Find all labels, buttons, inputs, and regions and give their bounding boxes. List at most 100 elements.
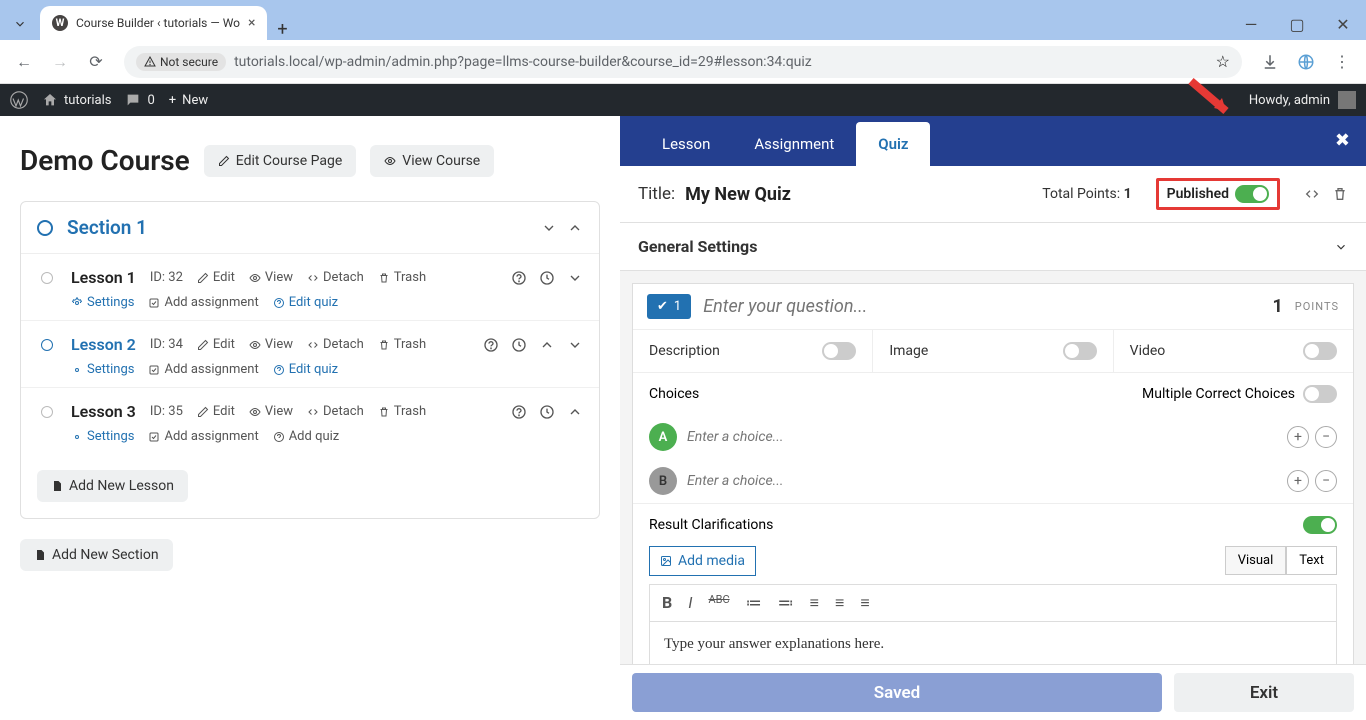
chevron-down-icon[interactable] [567, 270, 583, 286]
chevron-up-icon[interactable] [567, 220, 583, 236]
security-chip[interactable]: Not secure [136, 53, 226, 71]
question-points[interactable]: 1 [1272, 296, 1282, 317]
back-button[interactable]: ← [8, 46, 40, 78]
downloads-button[interactable] [1254, 46, 1286, 78]
wp-site-link[interactable]: tutorials [42, 92, 111, 108]
edit-lesson-link[interactable]: Edit [197, 337, 235, 352]
minimize-button[interactable]: — [1228, 8, 1274, 40]
align-left-button[interactable]: ≡ [810, 593, 819, 613]
edit-lesson-link[interactable]: Edit [197, 270, 235, 285]
edit-lesson-link[interactable]: Edit [197, 404, 235, 419]
chevron-up-icon[interactable] [539, 337, 555, 353]
add-assignment-link[interactable]: Add assignment [148, 362, 258, 377]
align-center-button[interactable]: ≡ [835, 593, 844, 613]
tab-lesson[interactable]: Lesson [640, 122, 732, 166]
saved-button[interactable]: Saved [632, 673, 1162, 712]
view-lesson-link[interactable]: View [249, 270, 293, 285]
chevron-down-icon[interactable] [541, 220, 557, 236]
add-section-button[interactable]: Add New Section [20, 539, 173, 571]
number-list-button[interactable]: ≕ [778, 593, 794, 613]
tab-close-icon[interactable]: × [248, 15, 255, 31]
maximize-button[interactable]: ▢ [1274, 8, 1320, 40]
choice-marker-b[interactable]: B [649, 467, 677, 495]
wp-howdy[interactable]: Howdy, admin [1249, 91, 1356, 109]
choice-marker-a[interactable]: A [649, 423, 677, 451]
lesson-title[interactable]: Lesson 3 [71, 402, 136, 421]
chevron-down-icon[interactable] [567, 337, 583, 353]
tab-quiz[interactable]: Quiz [856, 122, 930, 166]
trash-icon[interactable] [1332, 186, 1348, 202]
lesson-settings-link[interactable]: Settings [71, 362, 134, 377]
wp-logo[interactable] [10, 91, 28, 109]
detach-lesson-link[interactable]: Detach [307, 404, 364, 419]
add-lesson-button[interactable]: Add New Lesson [37, 470, 188, 502]
exit-button[interactable]: Exit [1174, 673, 1354, 712]
tab-assignment[interactable]: Assignment [732, 122, 856, 166]
quiz-icon[interactable] [511, 404, 527, 420]
lesson-settings-link[interactable]: Settings [71, 295, 134, 310]
clock-icon[interactable] [539, 404, 555, 420]
bold-button[interactable]: B [662, 593, 672, 613]
add-assignment-link[interactable]: Add assignment [148, 295, 258, 310]
quiz-icon[interactable] [511, 270, 527, 286]
quiz-scroll-area[interactable]: ✔ 1 1 POINTS Description Image Video Cho… [620, 271, 1366, 664]
editor-body[interactable]: Type your answer explanations here. [649, 622, 1337, 664]
edit-course-page-button[interactable]: Edit Course Page [204, 145, 357, 177]
clock-icon[interactable] [511, 337, 527, 353]
trash-lesson-link[interactable]: Trash [378, 270, 426, 285]
align-right-button[interactable]: ≡ [860, 593, 869, 613]
bullet-list-button[interactable]: ≔ [746, 593, 762, 613]
new-tab-button[interactable]: + [267, 19, 297, 40]
tab-search-button[interactable] [0, 8, 40, 40]
add-choice-button[interactable]: + [1287, 470, 1309, 492]
trash-lesson-link[interactable]: Trash [378, 404, 426, 419]
published-toggle[interactable] [1235, 185, 1269, 203]
quiz-title[interactable]: My New Quiz [685, 184, 791, 205]
wp-new[interactable]: + New [169, 93, 208, 108]
description-toggle[interactable] [822, 342, 856, 360]
add-choice-button[interactable]: + [1287, 426, 1309, 448]
clock-icon[interactable] [539, 270, 555, 286]
video-toggle[interactable] [1303, 342, 1337, 360]
italic-button[interactable]: I [688, 593, 692, 613]
browser-tab[interactable]: W Course Builder ‹ tutorials — Wo × [40, 6, 267, 40]
forward-button[interactable]: → [44, 46, 76, 78]
general-settings-row[interactable]: General Settings [620, 223, 1366, 271]
image-toggle[interactable] [1063, 342, 1097, 360]
add-quiz-link[interactable]: Add quiz [273, 429, 340, 444]
close-editor-button[interactable]: ✖ [1335, 130, 1350, 151]
chevron-up-icon[interactable] [567, 404, 583, 420]
wp-comments[interactable]: 0 [125, 92, 154, 108]
choice-input[interactable] [687, 429, 1277, 445]
remove-choice-button[interactable]: − [1315, 426, 1337, 448]
extension-button[interactable] [1290, 46, 1322, 78]
edit-quiz-link[interactable]: Edit quiz [273, 295, 338, 310]
detach-lesson-link[interactable]: Detach [307, 337, 364, 352]
multiple-choices-toggle[interactable] [1303, 385, 1337, 403]
section-header[interactable]: Section 1 [21, 202, 599, 254]
question-type-badge[interactable]: ✔ 1 [647, 294, 691, 319]
editor-tab-text[interactable]: Text [1286, 546, 1337, 575]
lesson-title[interactable]: Lesson 2 [71, 335, 136, 354]
lesson-title[interactable]: Lesson 1 [71, 268, 136, 287]
view-lesson-link[interactable]: View [249, 337, 293, 352]
reload-button[interactable]: ⟳ [80, 46, 112, 78]
bookmark-icon[interactable]: ☆ [1216, 52, 1230, 71]
omnibox[interactable]: Not secure tutorials.local/wp-admin/admi… [124, 46, 1242, 78]
add-media-button[interactable]: Add media [649, 546, 756, 576]
result-clarifications-toggle[interactable] [1303, 516, 1337, 534]
menu-button[interactable]: ⋮ [1326, 46, 1358, 78]
editor-tab-visual[interactable]: Visual [1225, 546, 1287, 575]
remove-choice-button[interactable]: − [1315, 470, 1337, 492]
view-lesson-link[interactable]: View [249, 404, 293, 419]
strike-button[interactable]: ABC [708, 593, 729, 613]
lesson-settings-link[interactable]: Settings [71, 429, 134, 444]
detach-lesson-link[interactable]: Detach [307, 270, 364, 285]
question-input[interactable] [703, 296, 1260, 317]
quiz-icon[interactable] [483, 337, 499, 353]
view-course-button[interactable]: View Course [370, 145, 494, 177]
choice-input[interactable] [687, 473, 1277, 489]
trash-lesson-link[interactable]: Trash [378, 337, 426, 352]
close-window-button[interactable]: ✕ [1320, 8, 1366, 40]
edit-quiz-link[interactable]: Edit quiz [273, 362, 338, 377]
